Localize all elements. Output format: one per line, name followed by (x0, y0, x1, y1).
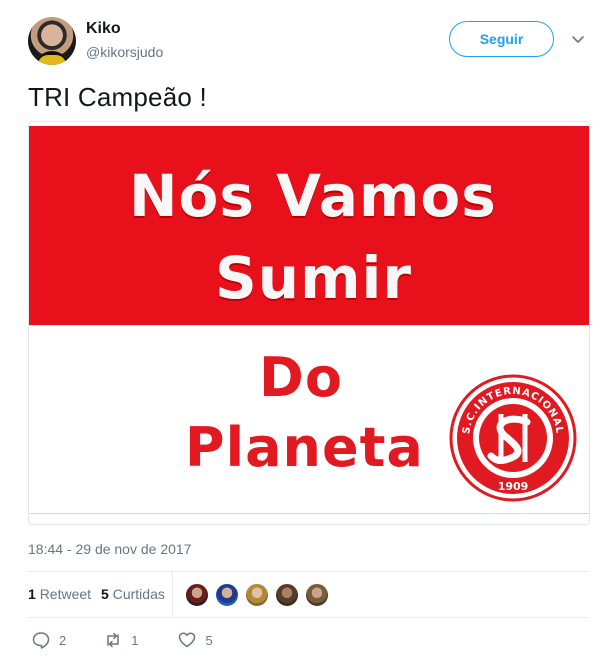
retweet-stat-label: Retweet (39, 586, 92, 602)
media-text-line4: Planeta (185, 416, 424, 479)
retweet-button[interactable]: 1 (104, 631, 138, 649)
liker-avatar[interactable] (245, 583, 269, 607)
heart-icon (179, 632, 196, 648)
tweet-media-image[interactable]: Nós Vamos Sumir Do Planeta S.C.INTERNACI… (28, 121, 590, 525)
liker-avatar[interactable] (215, 583, 239, 607)
crest-year: 1909 (498, 480, 529, 493)
retweet-stat[interactable]: 1 Retweet (28, 586, 91, 602)
retweet-stat-count: 1 (28, 586, 36, 602)
like-stat[interactable]: 5 Curtidas (101, 586, 165, 602)
liker-avatars (185, 583, 329, 607)
liker-avatar[interactable] (185, 583, 209, 607)
reply-count: 2 (59, 632, 67, 648)
reply-button[interactable]: 2 (32, 631, 66, 649)
like-button[interactable]: 5 (178, 631, 213, 649)
chevron-down-icon[interactable] (570, 31, 586, 47)
divider (28, 617, 588, 618)
media-divider (29, 513, 589, 514)
tweet-timestamp[interactable]: 18:44 - 29 de nov de 2017 (28, 541, 191, 557)
like-count: 5 (205, 632, 213, 648)
retweet-count: 1 (131, 632, 139, 648)
media-text-line3: Do (259, 346, 343, 409)
author-handle[interactable]: @kikorsjudo (86, 44, 163, 60)
divider (28, 571, 588, 572)
author-name[interactable]: Kiko (86, 20, 121, 38)
follow-button[interactable]: Seguir (449, 21, 554, 57)
avatar[interactable] (28, 17, 76, 65)
liker-avatar[interactable] (305, 583, 329, 607)
stats-separator (172, 572, 173, 616)
retweet-icon (107, 632, 119, 648)
reply-icon (32, 632, 50, 649)
tweet-text: TRI Campeão ! (28, 82, 207, 112)
liker-avatar[interactable] (275, 583, 299, 607)
media-text-line1: Nós Vamos (129, 162, 497, 230)
like-stat-count: 5 (101, 586, 109, 602)
tweet-actions: 2 1 5 (28, 631, 213, 649)
tweet-stats: 1 Retweet 5 Curtidas (28, 586, 165, 602)
media-text-line2: Sumir (215, 244, 412, 312)
internacional-crest-logo: S.C.INTERNACIONAL 1909 (449, 374, 577, 502)
like-stat-label: Curtidas (112, 586, 165, 602)
